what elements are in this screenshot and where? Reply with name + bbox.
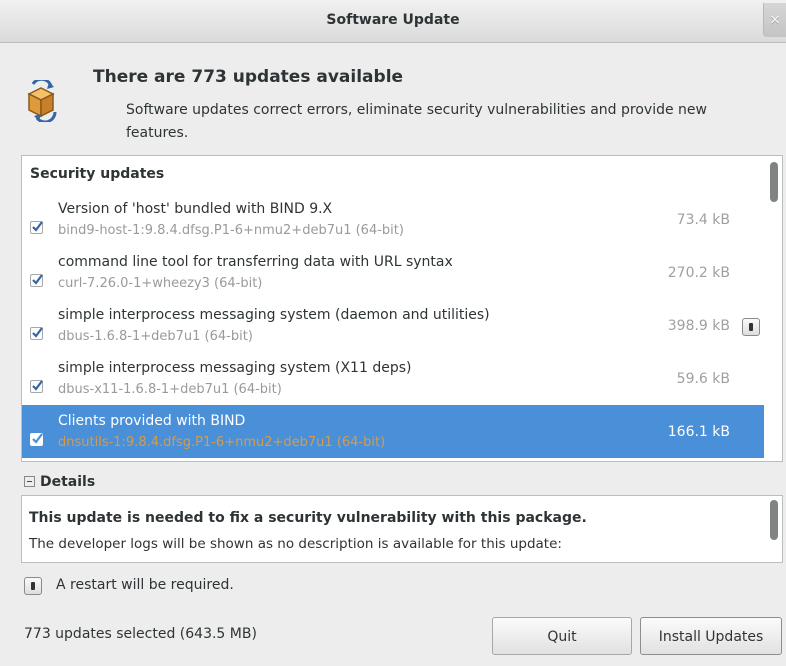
list-scroll-thumb[interactable]: [770, 162, 778, 202]
update-package: bind9-host-1:9.8.4.dfsg.P1-6+nmu2+deb7u1…: [58, 223, 404, 238]
list-item[interactable]: command line tool for transferring data …: [22, 246, 764, 299]
update-summary: simple interprocess messaging system (da…: [58, 307, 490, 323]
details-panel[interactable]: This update is needed to fix a security …: [21, 495, 783, 563]
update-package: dbus-x11-1.6.8-1+deb7u1 (64-bit): [58, 382, 282, 397]
restart-required-icon: [24, 577, 42, 595]
updates-list[interactable]: Security updates Version of 'host' bundl…: [21, 155, 783, 462]
update-checkbox[interactable]: [30, 327, 43, 340]
update-summary: Version of 'host' bundled with BIND 9.X: [58, 201, 333, 217]
update-checkbox[interactable]: [30, 274, 43, 287]
update-size: 398.9 kB: [667, 318, 730, 334]
update-package: curl-7.26.0-1+wheezy3 (64-bit): [58, 276, 263, 291]
list-item[interactable]: Version of 'host' bundled with BIND 9.X …: [22, 193, 764, 246]
details-label: Details: [40, 474, 96, 490]
update-size: 270.2 kB: [667, 265, 730, 281]
update-checkbox[interactable]: [30, 433, 43, 446]
package-update-icon: [21, 77, 69, 124]
update-package: dbus-1.6.8-1+deb7u1 (64-bit): [58, 329, 253, 344]
details-scroll-thumb[interactable]: [770, 500, 778, 540]
close-button[interactable]: ×: [763, 3, 786, 37]
list-item[interactable]: simple interprocess messaging system (da…: [22, 299, 764, 352]
restart-notice: A restart will be required.: [56, 577, 234, 593]
update-package: dnsutils-1:9.8.4.dfsg.P1-6+nmu2+deb7u1 (…: [58, 435, 386, 450]
restart-required-icon: [742, 318, 760, 336]
header-description: Software updates correct errors, elimina…: [126, 102, 707, 141]
window-title: Software Update: [326, 12, 460, 28]
title-bar: Software Update ×: [0, 0, 786, 43]
list-item-selected[interactable]: Clients provided with BIND dnsutils-1:9.…: [22, 405, 764, 458]
update-size: 73.4 kB: [676, 212, 730, 228]
update-size: 166.1 kB: [667, 424, 730, 440]
section-header: Security updates: [30, 166, 165, 182]
quit-button[interactable]: Quit: [492, 617, 632, 655]
update-summary: simple interprocess messaging system (X1…: [58, 360, 412, 376]
collapse-icon: [24, 475, 35, 487]
details-heading: This update is needed to fix a security …: [29, 510, 587, 526]
details-body: The developer logs will be shown as no d…: [29, 536, 562, 552]
update-size: 59.6 kB: [676, 371, 730, 387]
details-expander[interactable]: Details: [24, 474, 95, 490]
update-checkbox[interactable]: [30, 380, 43, 393]
list-scrollbar[interactable]: [766, 156, 782, 461]
header-title: There are 773 updates available: [93, 67, 404, 87]
install-updates-button[interactable]: Install Updates: [640, 617, 782, 655]
update-checkbox[interactable]: [30, 221, 43, 234]
list-item[interactable]: simple interprocess messaging system (X1…: [22, 352, 764, 405]
update-summary: Clients provided with BIND: [58, 413, 246, 429]
selected-summary: 773 updates selected (643.5 MB): [24, 626, 257, 642]
update-summary: command line tool for transferring data …: [58, 254, 453, 270]
